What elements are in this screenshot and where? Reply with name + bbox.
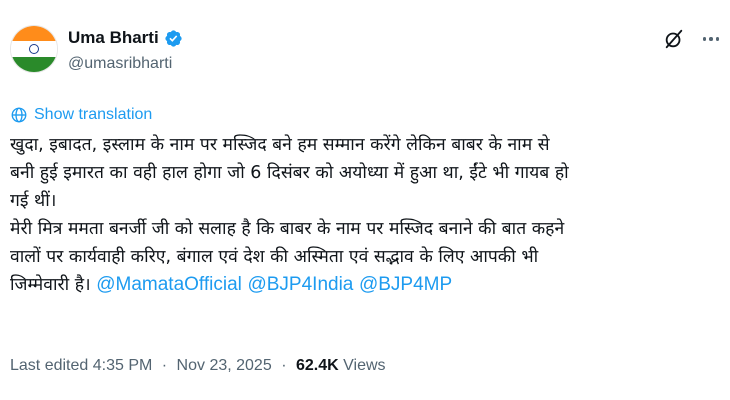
mention-link-bjp4india[interactable]: @BJP4India: [247, 274, 353, 295]
more-options-icon[interactable]: [700, 28, 722, 50]
views-count: 62.4K: [295, 357, 339, 374]
tweet-date[interactable]: Nov 23, 2025: [177, 357, 272, 374]
meta-separator: ·: [281, 357, 287, 374]
tweet-line: खुदा, इबादत, इस्लाम के नाम पर मस्जिद बने…: [10, 135, 550, 155]
show-translation-label: Show translation: [34, 106, 153, 123]
last-edited-time[interactable]: Last edited 4:35 PM: [10, 357, 152, 374]
ashoka-chakra-icon: [29, 43, 39, 54]
verified-badge-icon: [165, 29, 182, 47]
mention-link-bjp4mp[interactable]: @BJP4MP: [359, 274, 452, 295]
tweet-line: बनी हुई इमारत का वही हाल होगा जो 6 दिसंब…: [10, 163, 569, 183]
avatar[interactable]: [10, 25, 58, 73]
flag-saffron-band: [11, 26, 57, 42]
author-handle[interactable]: @umasribharti: [68, 55, 172, 73]
tweet-meta: Last edited 4:35 PM · Nov 23, 2025 · 62.…: [10, 357, 386, 375]
grok-icon[interactable]: [663, 28, 685, 50]
views-label: Views: [343, 357, 386, 374]
tweet-last-line: जिम्मेवारी है। @MamataOfficial @BJP4Indi…: [10, 271, 718, 299]
meta-separator: ·: [161, 357, 168, 374]
author-display-name[interactable]: Uma Bharti: [68, 28, 159, 48]
tweet-line: वालों पर कार्यवाही करिए, बंगाल एवं देश क…: [10, 247, 539, 267]
tweet-line: मेरी मित्र ममता बनर्जी जी को सलाह है कि …: [10, 219, 565, 239]
flag-white-band: [11, 41, 57, 57]
tweet-line: जिम्मेवारी है।: [10, 275, 91, 295]
mention-link-mamataofficial[interactable]: @MamataOfficial: [96, 274, 242, 295]
globe-icon: [11, 107, 27, 123]
flag-green-band: [11, 56, 57, 72]
tweet-text: खुदा, इबादत, इस्लाम के नाम पर मस्जिद बने…: [10, 131, 718, 299]
author-name-row: Uma Bharti: [68, 28, 183, 48]
show-translation-link[interactable]: Show translation: [10, 106, 152, 124]
tweet-line: गई थीं।: [10, 191, 57, 211]
